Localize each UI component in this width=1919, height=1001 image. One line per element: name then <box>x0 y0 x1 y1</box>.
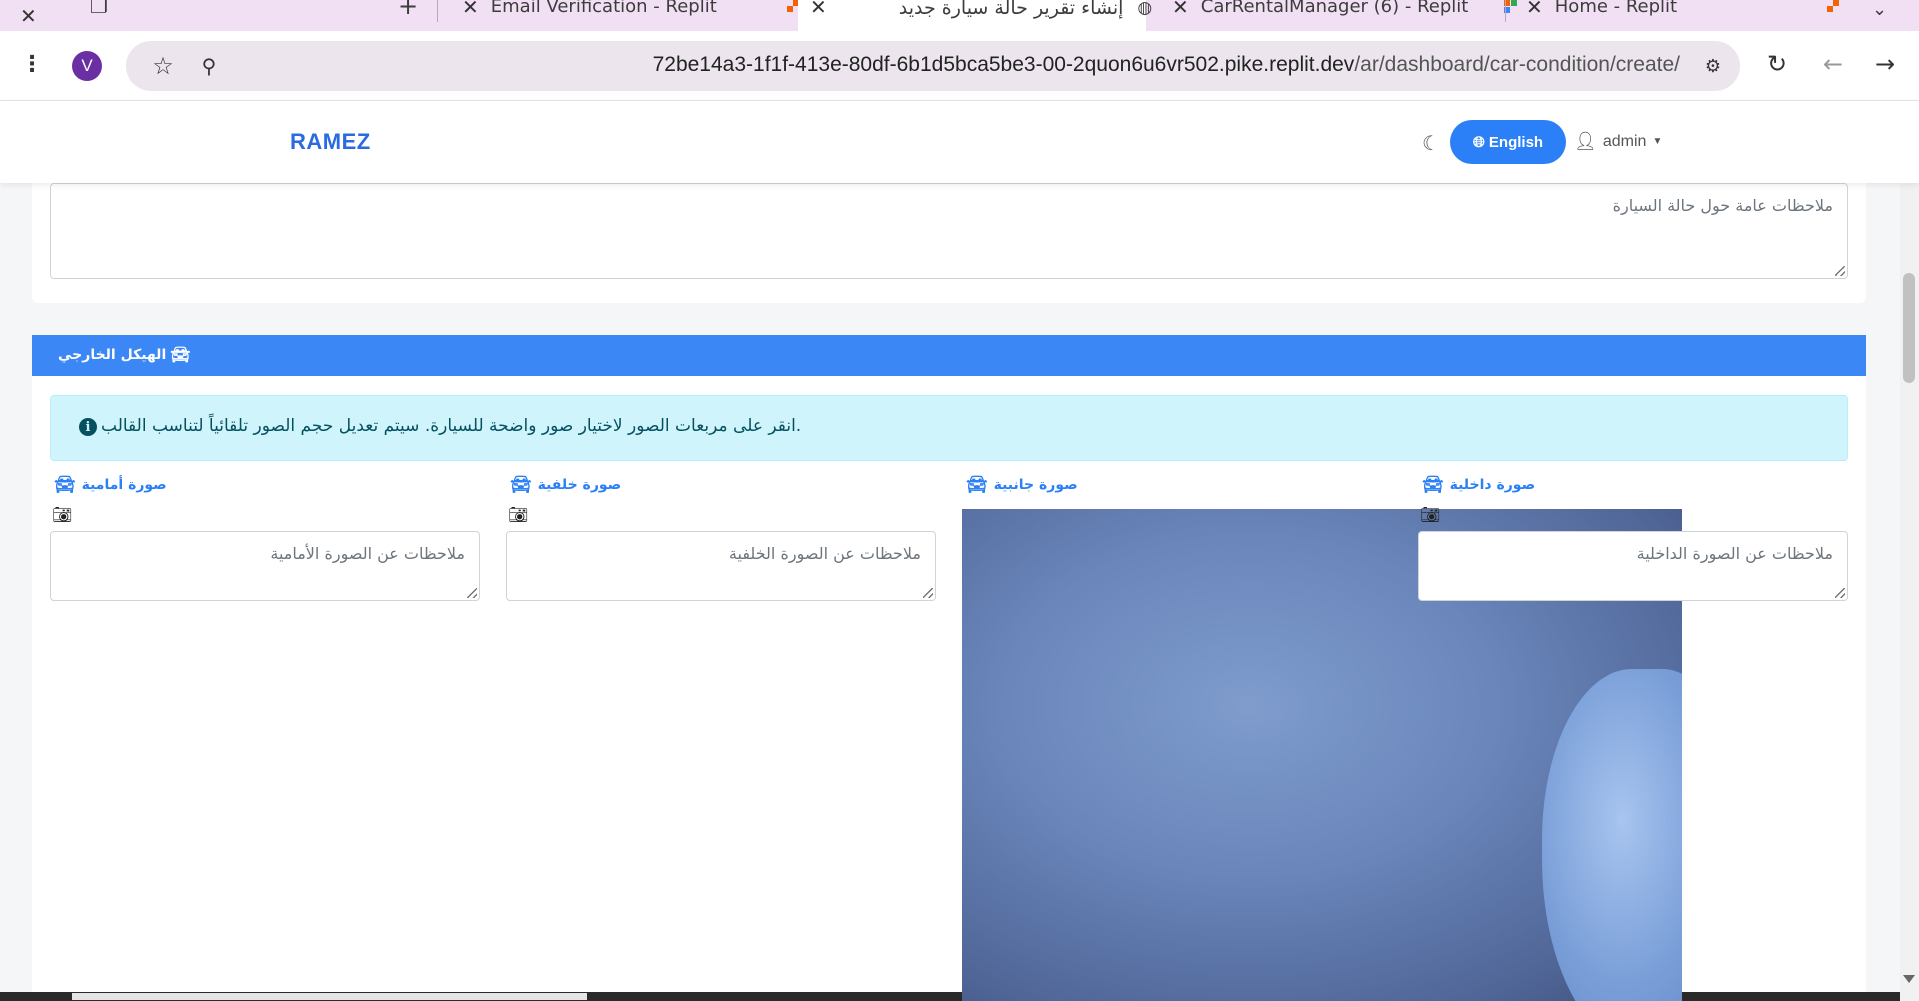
tab-car-condition-active[interactable]: ✕ إنشاء تقرير حالة سيارة جديد ◍ <box>798 0 1152 31</box>
resize-handle-icon[interactable] <box>923 588 933 598</box>
photo-title-text: صورة خلفية <box>537 477 622 493</box>
address-bar[interactable]: ☆ ⚲ 72be14a3-1f1f-413e-80df-6b1d5bca5be3… <box>126 41 1740 91</box>
forward-arrow-icon[interactable]: → <box>1870 49 1900 79</box>
camera-icon[interactable]: 📷︎ <box>1420 505 1440 524</box>
resize-handle-icon[interactable] <box>467 588 477 598</box>
photo-title-interior[interactable]: صورة داخلية 🚘︎ <box>1422 475 1535 495</box>
camera-icon[interactable]: 📷︎ <box>508 505 528 524</box>
language-label: English <box>1488 133 1544 151</box>
car-icon: 🚘︎ <box>966 475 988 495</box>
placeholder-text: ملاحظات عامة حول حالة السيارة <box>1612 196 1833 215</box>
tab-carrentalmanager[interactable]: ✕ CarRentalManager (6) - Replit <box>1160 0 1518 22</box>
tab-close-icon[interactable]: ✕ <box>810 0 827 19</box>
info-alert-text: .انقر على مربعات الصور لاختيار صور واضحة… <box>101 416 802 436</box>
loading-globe-icon: ◍ <box>1137 0 1153 18</box>
new-tab-button[interactable]: + <box>398 0 418 21</box>
exterior-section-header: 🚘︎ الهيكل الخارجي <box>32 335 1866 376</box>
photo-title-text: صورة داخلية <box>1449 477 1536 493</box>
tab-search-icon[interactable]: ⌄ <box>1872 0 1912 25</box>
user-shield-icon: 👤︎ <box>1574 131 1597 151</box>
info-circle-icon: i <box>79 418 97 436</box>
back-arrow-icon[interactable]: ← <box>1818 49 1848 79</box>
photo-title-text: صورة جانبية <box>993 477 1078 493</box>
exterior-section-card: 🚘︎ الهيكل الخارجي i .انقر على مربعات الص… <box>32 335 1866 993</box>
photo-title-side[interactable]: صورة جانبية 🚘︎ <box>966 475 1078 495</box>
info-alert: i .انقر على مربعات الصور لاختيار صور واض… <box>50 395 1848 461</box>
hscroll-thumb[interactable] <box>72 993 587 1000</box>
star-bookmark-icon[interactable]: ☆ <box>148 51 178 81</box>
menu-dots-icon[interactable]: ⋮ <box>21 49 43 79</box>
tab-home-replit[interactable]: ✕ Home - Replit <box>1514 0 1854 22</box>
section-title: 🚘︎ الهيكل الخارجي <box>58 345 191 364</box>
url-path: /ar/dashboard/car-condition/create/ <box>1354 53 1680 76</box>
general-notes-card: ملاحظات عامة حول حالة السيارة <box>32 183 1866 303</box>
vertical-scrollbar[interactable] <box>1900 101 1919 1001</box>
profile-avatar[interactable]: V <box>72 51 102 81</box>
url-host: 72be14a3-1f1f-413e-80df-6b1d5bca5be3-00-… <box>652 53 1355 76</box>
scroll-down-arrow-icon[interactable] <box>1903 975 1915 983</box>
brand-logo-text[interactable]: RAMEZ <box>290 129 371 155</box>
placeholder-text: ملاحظات عن الصورة الأمامية <box>270 544 465 563</box>
user-name: admin <box>1602 132 1647 150</box>
user-menu-dropdown[interactable]: 👤︎ admin ▼ <box>1574 131 1662 152</box>
tab-close-icon[interactable]: ✕ <box>1526 0 1543 19</box>
tab-title: إنشاء تقرير حالة سيارة جديد <box>898 0 1124 19</box>
page-content: ملاحظات عامة حول حالة السيارة 🚘︎ الهيكل … <box>0 183 1900 993</box>
car-icon: 🚘︎ <box>54 475 76 495</box>
resize-handle-icon[interactable] <box>1835 588 1845 598</box>
browser-window: ✕ ❐ + ✕ Email Verification - Replit ✕ إن… <box>0 0 1919 1001</box>
tab-title: Email Verification - Replit <box>490 0 717 17</box>
site-settings-icon[interactable]: ⚙ <box>1696 51 1730 81</box>
caret-down-icon: ▼ <box>1652 136 1663 147</box>
interior-photo-notes-textarea[interactable]: ملاحظات عن الصورة الداخلية <box>1418 531 1848 601</box>
photo-title-front[interactable]: صورة أمامية 🚘︎ <box>54 475 167 495</box>
photo-column-interior: صورة داخلية 🚘︎ 📷︎ ملاحظات عن الصورة الدا… <box>1418 475 1848 993</box>
section-title-text: الهيكل الخارجي <box>58 346 167 363</box>
language-switch-button[interactable]: 🌐︎ English <box>1450 120 1566 164</box>
restore-icon[interactable]: ❐ <box>90 0 108 21</box>
placeholder-text: ملاحظات عن الصورة الداخلية <box>1636 544 1833 563</box>
tab-separator <box>437 0 438 22</box>
browser-toolbar: ⋮ ☆ ⚲ 72be14a3-1f1f-413e-80df-6b1d5bca5b… <box>0 31 1919 101</box>
tab-email-verification[interactable]: ✕ Email Verification - Replit <box>450 0 799 22</box>
back-photo-notes-textarea[interactable]: ملاحظات عن الصورة الخلفية <box>506 531 936 601</box>
photo-column-back: صورة خلفية 🚘︎ 📷︎ ملاحظات عن الصورة الخلف… <box>506 475 936 993</box>
front-photo-notes-textarea[interactable]: ملاحظات عن الصورة الأمامية <box>50 531 480 601</box>
tab-separator <box>1505 0 1506 22</box>
camera-icon[interactable]: 📷︎ <box>52 505 72 524</box>
tab-strip: ✕ ❐ + ✕ Email Verification - Replit ✕ إن… <box>0 0 1919 31</box>
car-icon: 🚘︎ <box>510 475 532 495</box>
replit-favicon-icon <box>1827 0 1841 14</box>
car-crash-icon: 🚘︎ <box>170 345 191 364</box>
tab-title: CarRentalManager (6) - Replit <box>1200 0 1469 17</box>
tab-close-icon[interactable]: ✕ <box>1172 0 1189 19</box>
photo-title-back[interactable]: صورة خلفية 🚘︎ <box>510 475 621 495</box>
reload-icon[interactable]: ↻ <box>1762 49 1792 79</box>
app-navbar: RAMEZ ☾ 🌐︎ English 👤︎ admin ▼ <box>0 101 1919 183</box>
photo-title-text: صورة أمامية <box>81 477 167 493</box>
car-icon: 🚘︎ <box>1422 475 1444 495</box>
placeholder-text: ملاحظات عن الصورة الخلفية <box>728 544 921 563</box>
window-close-button[interactable]: ✕ <box>0 0 49 31</box>
dark-mode-moon-icon[interactable]: ☾ <box>1422 131 1440 155</box>
tab-title: Home - Replit <box>1554 0 1678 17</box>
scrollbar-thumb[interactable] <box>1903 273 1915 383</box>
tab-close-icon[interactable]: ✕ <box>462 0 479 19</box>
resize-handle-icon[interactable] <box>1835 266 1845 276</box>
photo-column-front: صورة أمامية 🚘︎ 📷︎ ملاحظات عن الصورة الأم… <box>50 475 480 993</box>
globe-icon: 🌐︎ <box>1472 133 1485 151</box>
url-text[interactable]: 72be14a3-1f1f-413e-80df-6b1d5bca5be3-00-… <box>653 53 1680 77</box>
general-notes-textarea[interactable]: ملاحظات عامة حول حالة السيارة <box>50 183 1848 279</box>
zoom-lens-icon[interactable]: ⚲ <box>194 51 224 81</box>
